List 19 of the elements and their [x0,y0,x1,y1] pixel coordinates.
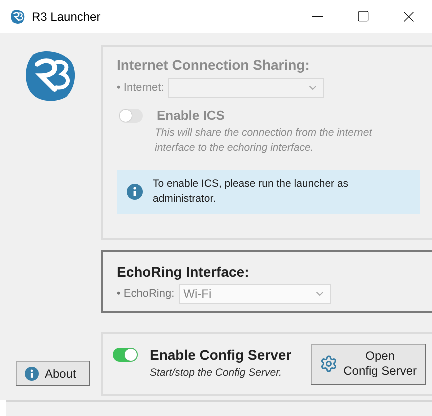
app-icon [10,8,26,24]
config-server-toggle[interactable] [113,348,138,362]
toggle-label: Enable Config Server [150,347,292,363]
section-title: Internet Connection Sharing: [117,57,311,73]
internet-label: • Internet: [117,82,164,94]
section-title: EchoRing Interface: [117,264,250,280]
info-text: To enable ICS, please run the launcher as administrator. [153,177,350,207]
about-button[interactable]: About [16,361,90,386]
description: This will share the connection from the internet interface to the echoring interface. [155,126,374,156]
echoring-label: • EchoRing: [117,288,175,300]
info-icon [127,184,143,200]
description: Start/stop the Config Server. [150,366,284,381]
settings-icon [320,355,338,373]
open-config-server-button[interactable]: Open Config Server [310,344,426,384]
info-icon [25,366,39,380]
window-title: R3 Launcher [32,10,102,24]
toggle-label: Enable ICS [157,108,225,123]
minimize-icon [312,16,322,17]
maximize-icon [356,10,370,23]
